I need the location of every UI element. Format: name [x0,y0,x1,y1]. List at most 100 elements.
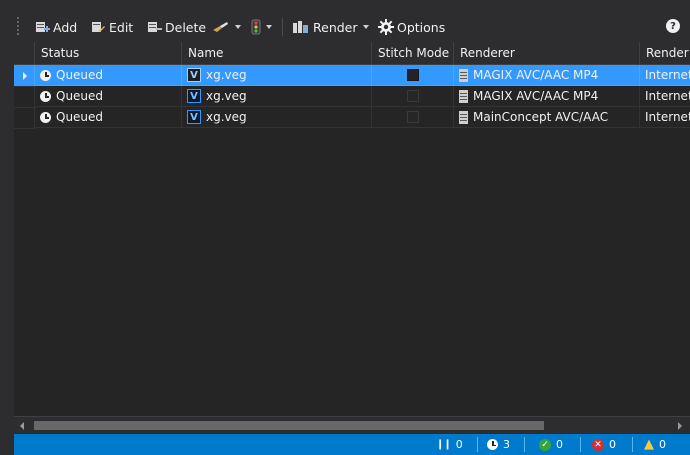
status-text: Queued [56,109,104,124]
renderer-file-icon [459,68,468,82]
table-row[interactable]: Queued V xg.veg MainConcept AVC/AAC Inte… [14,107,690,129]
traffic-light-dropdown-button[interactable] [251,18,272,36]
render-template-text: Internet [645,67,690,82]
brush-dropdown-button[interactable] [212,18,241,36]
toolbar-separator [282,18,283,36]
render-queue-grid: Status Name Stitch Mode Renderer Render … [14,42,690,416]
clock-icon [487,439,498,450]
brush-icon [213,22,228,32]
scroll-right-icon[interactable] [678,422,682,430]
clock-icon [40,111,51,123]
stitch-mode-checkbox[interactable] [406,111,419,123]
current-row-arrow-icon [23,71,27,80]
clock-icon [40,69,51,81]
failed-count-item[interactable]: ✕ 0 [592,434,616,455]
row-header[interactable] [14,65,36,87]
render-icon [293,21,308,33]
status-separator [477,437,478,452]
renderer-file-icon [459,89,468,103]
scroll-left-icon[interactable] [20,422,24,430]
name-cell[interactable]: V xg.veg [181,65,371,86]
column-header-render[interactable]: Render [639,42,690,64]
stitch-mode-cell[interactable] [371,107,453,128]
delete-icon [148,22,162,32]
edit-label: Edit [109,19,134,35]
column-header-renderer[interactable]: Renderer [453,42,639,64]
status-cell[interactable]: Queued [34,86,181,107]
toolbar: Add Edit Delete Render Options ? [0,0,690,42]
table-row[interactable]: Queued V xg.veg MAGIX AVC/AAC MP4 Intern… [14,65,690,87]
add-button[interactable]: Add [34,18,77,36]
warning-count-item[interactable]: ▲ 0 [644,434,666,455]
name-cell[interactable]: V xg.veg [181,86,371,107]
renderer-name: MAGIX AVC/AAC MP4 [473,88,599,103]
add-label: Add [53,19,78,35]
delete-label: Delete [165,19,207,35]
toolbar-grip[interactable] [16,16,20,36]
render-template-cell[interactable]: Internet [639,86,690,107]
status-text: Queued [56,67,104,82]
column-header-stitch-mode[interactable]: Stitch Mode [371,42,453,64]
status-separator [580,437,581,452]
status-text: Queued [56,88,104,103]
stitch-mode-checkbox[interactable] [406,69,419,81]
renderer-name: MainConcept AVC/AAC [473,109,609,124]
renderer-cell[interactable]: MainConcept AVC/AAC [453,107,639,128]
traffic-light-icon [251,19,261,35]
edit-button[interactable]: Edit [90,18,133,36]
render-template-cell[interactable]: Internet [639,107,690,128]
renderer-file-icon [459,110,468,124]
render-template-text: Internet [645,88,690,103]
stitch-mode-checkbox[interactable] [406,90,419,102]
failed-count: 0 [609,438,616,451]
file-name: xg.veg [206,67,247,82]
status-cell[interactable]: Queued [34,107,181,128]
chevron-down-icon [266,25,272,29]
renderer-cell[interactable]: MAGIX AVC/AAC MP4 [453,86,639,107]
add-icon [36,22,50,32]
chevron-down-icon [235,25,241,29]
render-button[interactable]: Render [292,18,369,36]
vegas-file-icon: V [187,110,201,124]
renderer-name: MAGIX AVC/AAC MP4 [473,67,599,82]
chevron-down-icon [362,25,369,29]
stitch-mode-cell[interactable] [371,65,453,86]
row-header[interactable] [14,86,36,108]
status-cell[interactable]: Queued [34,65,181,86]
row-header[interactable] [14,107,36,129]
render-label: Render [313,19,358,35]
clock-icon [40,90,51,102]
edit-icon [92,22,105,32]
scrollbar-thumb[interactable] [34,421,544,430]
warning-icon: ▲ [644,437,654,452]
delete-button[interactable]: Delete [146,18,206,36]
status-bar: ❙❙ 0 3 ✓ 0 ✕ 0 ▲ 0 [14,434,690,455]
render-template-text: Internet [645,109,690,124]
help-icon[interactable]: ? [666,19,680,33]
grid-header: Status Name Stitch Mode Renderer Render [14,42,690,65]
done-count-item[interactable]: ✓ 0 [539,434,563,455]
pause-icon: ❙❙ [436,439,452,450]
horizontal-scrollbar[interactable] [14,416,690,434]
renderer-cell[interactable]: MAGIX AVC/AAC MP4 [453,65,639,86]
table-row[interactable]: Queued V xg.veg MAGIX AVC/AAC MP4 Intern… [14,86,690,108]
vegas-file-icon: V [187,89,201,103]
error-icon: ✕ [592,438,604,451]
paused-count-item[interactable]: ❙❙ 0 [436,434,463,455]
paused-count: 0 [455,438,463,451]
render-template-cell[interactable]: Internet [639,65,690,86]
options-button[interactable]: Options [378,18,445,36]
vegas-file-icon: V [187,68,201,82]
column-header-status[interactable]: Status [34,42,181,64]
file-name: xg.veg [206,109,247,124]
status-separator [524,437,525,452]
gear-icon [378,19,394,35]
name-cell[interactable]: V xg.veg [181,107,371,128]
queued-count-item[interactable]: 3 [487,434,510,455]
stitch-mode-cell[interactable] [371,86,453,107]
check-icon: ✓ [539,438,551,451]
column-header-name[interactable]: Name [181,42,371,64]
file-name: xg.veg [206,88,247,103]
status-separator [632,437,633,452]
options-label: Options [397,19,446,35]
